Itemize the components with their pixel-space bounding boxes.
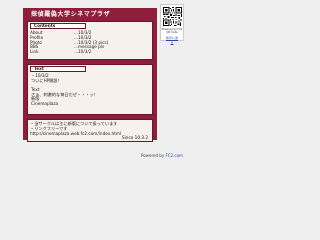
site-title: 探偵羅偽大学シネマプラザ <box>31 11 111 18</box>
site-url[interactable]: http://cinemaplaza.web.fc2.com/index.htm… <box>30 131 121 137</box>
text-line: ついにHP開設！ <box>31 77 62 83</box>
footer: Powered by FC2.com <box>141 153 183 158</box>
main-panel: 探偵羅偽大学シネマプラザ Contents About ...10/3/2 Pr… <box>23 8 157 142</box>
since-date: Since 10.3.2 <box>121 135 148 141</box>
qr-code-icon <box>163 7 182 26</box>
text-box: Text ・10/3/2 ついにHP開設！ Text さぁ、刺激的な毎日だぜ・・… <box>27 64 153 115</box>
link-link[interactable]: Link <box>30 49 39 55</box>
text-line: Cinemaplaza <box>31 100 59 106</box>
qr-widget: Powered by FC2 QR Code 携帯に送る <box>160 4 184 44</box>
contents-heading: Contents <box>30 23 86 29</box>
send-to-mobile-link[interactable]: 携帯に送る <box>166 36 178 44</box>
link-date: ...10/3/2 <box>74 49 92 55</box>
qr-caption: Powered by FC2 QR Code <box>161 28 183 34</box>
contents-row-link[interactable]: Link ...10/3/2 <box>30 49 150 55</box>
contents-box: Contents About ...10/3/2 Profile ...10/3… <box>27 21 153 60</box>
notice-box: ・当サークルは主に新版について扱っています ・リンクフリーです http://c… <box>27 119 153 142</box>
fc2-link[interactable]: FC2.com <box>165 153 182 158</box>
contents-list: About ...10/3/2 Profile ...10/3/2 Photo … <box>30 30 150 55</box>
text-line: さぁ、刺激的な毎日だぜ・・・ッ！ <box>31 91 98 97</box>
footer-prefix: Powered by <box>141 153 165 158</box>
text-heading: Text <box>30 66 86 72</box>
